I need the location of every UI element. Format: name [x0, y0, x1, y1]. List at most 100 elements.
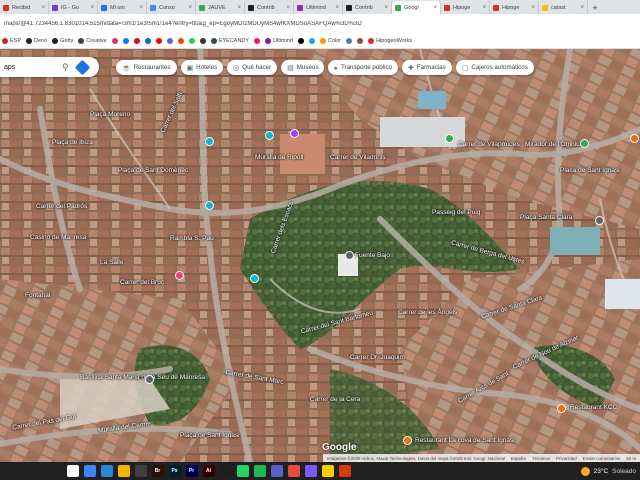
bookmark-item[interactable]	[297, 38, 304, 44]
taskbar-app-icon[interactable]: Pr	[185, 465, 198, 477]
poi-pin-icon[interactable]	[557, 404, 566, 413]
bookmark-item[interactable]: Creative	[78, 38, 107, 44]
map-label[interactable]: Basílica Santa Maria de la Seu de Manres…	[80, 374, 205, 381]
map-label[interactable]: Mirador de l'Òmnium	[525, 141, 585, 148]
taskbar-app-icon[interactable]	[66, 465, 79, 477]
map-label[interactable]: Carrer de les Àngels	[398, 309, 457, 316]
map-label[interactable]: Plaça Santa Clara	[520, 214, 572, 221]
taskbar-app-icon[interactable]	[117, 465, 130, 477]
close-tab-icon[interactable]: ×	[433, 5, 437, 11]
bookmark-item[interactable]	[133, 38, 140, 44]
taskbar-app-icon[interactable]	[100, 465, 113, 477]
attribution-item[interactable]: Privacidad	[556, 456, 577, 461]
map-label[interactable]: Muralla de Ripoll	[255, 154, 303, 161]
bookmark-item[interactable]: Deno	[26, 38, 47, 44]
poi-pin-icon[interactable]	[205, 137, 214, 146]
bookmark-item[interactable]: EYECANDY	[210, 38, 249, 44]
weather-icon[interactable]	[580, 466, 590, 476]
bookmark-item[interactable]: ESP	[2, 38, 21, 44]
category-chip[interactable]: ◎ Qué hacer	[227, 60, 278, 75]
taskbar-app-icon[interactable]	[253, 465, 266, 477]
browser-tab[interactable]: Hipoge ×	[490, 1, 539, 14]
map-label[interactable]: Plaça Moreno	[90, 111, 130, 118]
map-label[interactable]: Carrer de la Cera	[310, 396, 360, 403]
poi-pin-icon[interactable]	[175, 271, 184, 280]
close-tab-icon[interactable]: ×	[580, 5, 584, 11]
close-tab-icon[interactable]: ×	[139, 5, 143, 11]
map-label[interactable]: Carrer de Vilaproïdes	[458, 141, 520, 148]
bookmark-item[interactable]	[254, 38, 261, 44]
weather-desc[interactable]: Soleado	[612, 468, 636, 475]
taskbar-app-icon[interactable]	[338, 465, 351, 477]
close-tab-icon[interactable]: ×	[188, 5, 192, 11]
poi-pin-icon[interactable]	[265, 131, 274, 140]
bookmark-item[interactable]	[357, 38, 364, 44]
browser-tab[interactable]: Hipoge ×	[441, 1, 490, 14]
bookmark-item[interactable]	[346, 38, 353, 44]
bookmark-item[interactable]	[122, 38, 129, 44]
map-label[interactable]: Restaurant KCC	[570, 404, 617, 411]
taskbar-app-icon[interactable]: Ai	[202, 465, 215, 477]
category-chip[interactable]: ▢ Cajeros automáticos	[455, 60, 534, 75]
taskbar-app-icon[interactable]	[219, 465, 232, 477]
browser-tab[interactable]: catast ×	[539, 1, 588, 14]
poi-pin-icon[interactable]	[445, 134, 454, 143]
maps-search-box[interactable]: ⚲	[0, 57, 99, 77]
bookmark-item[interactable]	[308, 38, 315, 44]
bookmark-item[interactable]: HipogeoWorks	[368, 38, 412, 44]
browser-tab[interactable]: Contrib ×	[245, 1, 294, 14]
category-chip[interactable]: ▤ Museos	[281, 60, 325, 75]
browser-tab[interactable]: Mi uni ×	[98, 1, 147, 14]
close-tab-icon[interactable]: ×	[90, 5, 94, 11]
poi-pin-icon[interactable]	[595, 216, 604, 225]
weather-temp[interactable]: 23°C	[594, 468, 609, 475]
browser-tab[interactable]: Googl ×	[392, 1, 441, 14]
taskbar-app-icon[interactable]	[304, 465, 317, 477]
poi-pin-icon[interactable]	[250, 274, 259, 283]
map-label[interactable]: Plaça de Sant Ignasi	[180, 432, 240, 439]
poi-pin-icon[interactable]	[403, 436, 412, 445]
bookmark-item[interactable]: Getty	[52, 38, 73, 44]
poi-pin-icon[interactable]	[145, 375, 154, 384]
new-tab-button[interactable]: +	[588, 1, 602, 14]
bookmark-item[interactable]	[155, 38, 162, 44]
browser-tab[interactable]: JAUVE ×	[196, 1, 245, 14]
taskbar-app-icon[interactable]	[83, 465, 96, 477]
taskbar-app-icon[interactable]: Br	[151, 465, 164, 477]
category-chip[interactable]: ▸ Transporte público	[328, 60, 398, 75]
map-label[interactable]: Fuente Bajo	[355, 252, 390, 259]
map-label[interactable]: Placa de Sant Ignasi	[560, 167, 620, 174]
map-label[interactable]: Restaurant La cova de Sant Ignasi	[415, 437, 515, 444]
map-label[interactable]: Fontanal	[25, 292, 50, 299]
browser-tab[interactable]: Contrib ×	[343, 1, 392, 14]
map-label[interactable]: Carrer de Viladrinis	[330, 154, 386, 161]
poi-pin-icon[interactable]	[290, 129, 299, 138]
bookmark-item[interactable]: Color	[319, 38, 341, 44]
close-tab-icon[interactable]: ×	[335, 5, 339, 11]
map-label[interactable]: Plaça de Ibiza	[52, 139, 93, 146]
bookmark-item[interactable]	[177, 38, 184, 44]
taskbar-app-icon[interactable]	[321, 465, 334, 477]
close-tab-icon[interactable]: ×	[384, 5, 388, 11]
map-canvas[interactable]: ⚲ ☕Restaurantes▣Hoteles◎Qué hacer▤Museos…	[0, 49, 640, 462]
search-input[interactable]	[2, 62, 62, 72]
attribution-item[interactable]: Enviar comentarios	[583, 456, 621, 461]
browser-tab[interactable]: Recibid ×	[0, 1, 49, 14]
bookmark-item[interactable]	[111, 38, 118, 44]
map-label[interactable]: Carrer Dr. Joaquim	[350, 354, 405, 361]
category-chip[interactable]: ✚ Farmacias	[402, 60, 452, 75]
browser-tab[interactable]: Ultimind ×	[294, 1, 343, 14]
browser-tab[interactable]: IG - Gu ×	[49, 1, 98, 14]
close-tab-icon[interactable]: ×	[531, 5, 535, 11]
poi-pin-icon[interactable]	[630, 134, 639, 143]
close-tab-icon[interactable]: ×	[286, 5, 290, 11]
close-tab-icon[interactable]: ×	[237, 5, 241, 11]
map-label[interactable]: La Salle	[100, 259, 124, 266]
attribution-item[interactable]: 50 m	[626, 456, 636, 461]
bookmark-item[interactable]: Ultimind	[265, 38, 293, 44]
bookmark-item[interactable]	[188, 38, 195, 44]
address-bar[interactable]: maps/@41.7234456,1.8301014,515m/data=!3m…	[0, 14, 640, 35]
bookmark-item[interactable]	[199, 38, 206, 44]
poi-pin-icon[interactable]	[345, 251, 354, 260]
close-tab-icon[interactable]: ×	[482, 5, 486, 11]
